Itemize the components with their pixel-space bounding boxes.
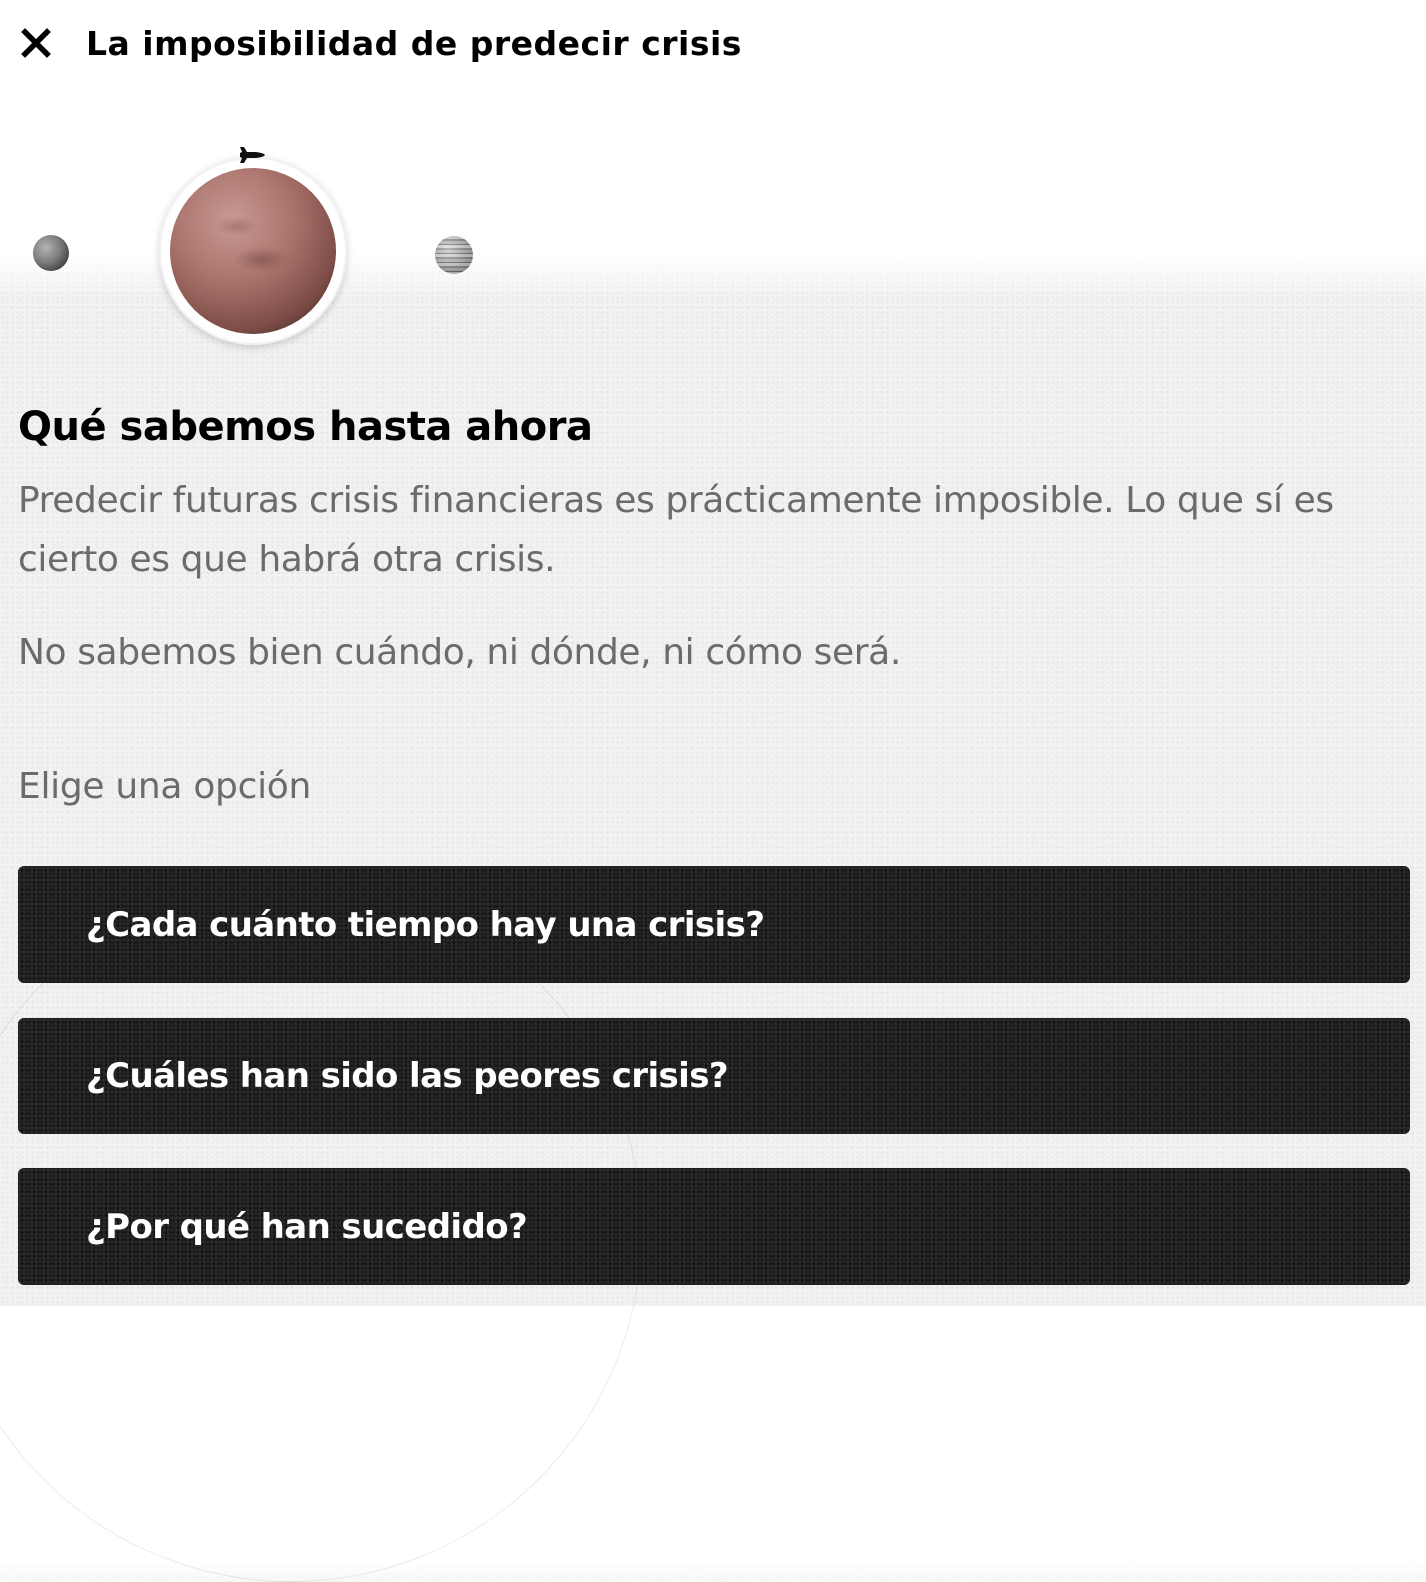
jupiter-icon[interactable] — [435, 236, 473, 274]
uncertainty-paragraph: No sabemos bien cuándo, ni dónde, ni cóm… — [18, 632, 901, 673]
option-button-worst-crises[interactable]: ¿Cuáles han sido las peores crisis? — [18, 1018, 1410, 1134]
header: La imposibilidad de predecir crisis — [18, 18, 742, 68]
moon-icon[interactable] — [33, 235, 69, 271]
page-title: La imposibilidad de predecir crisis — [86, 23, 742, 63]
option-label: ¿Cada cuánto tiempo hay una crisis? — [86, 904, 765, 945]
space-shuttle-icon — [240, 147, 265, 163]
mars-selected-button[interactable] — [159, 157, 347, 345]
close-icon — [21, 28, 51, 58]
option-button-causes[interactable]: ¿Por qué han sucedido? — [18, 1168, 1410, 1285]
option-button-frequency[interactable]: ¿Cada cuánto tiempo hay una crisis? — [18, 866, 1410, 983]
planet-selector — [0, 130, 600, 370]
intro-paragraph: Predecir futuras crisis financieras es p… — [18, 480, 1334, 580]
section-heading: Qué sabemos hasta ahora — [18, 404, 593, 450]
close-button[interactable] — [18, 25, 54, 61]
option-label: ¿Cuáles han sido las peores crisis? — [86, 1056, 729, 1096]
options-label: Elige una opción — [18, 766, 312, 807]
option-label: ¿Por qué han sucedido? — [86, 1206, 528, 1247]
mars-icon — [170, 168, 336, 334]
